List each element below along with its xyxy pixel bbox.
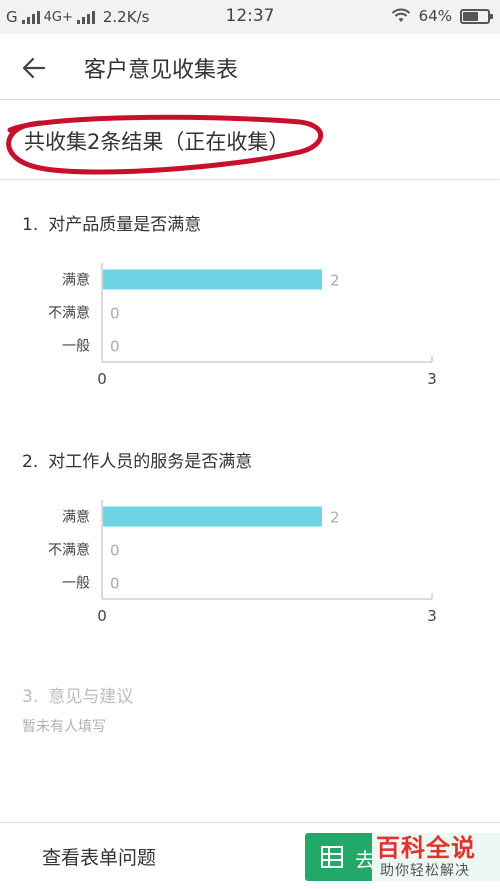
value-label: 2 [330, 509, 340, 527]
question-number: 1. [22, 215, 39, 235]
question-1-chart: 满意 2 不满意 0 一般 0 0 3 [0, 255, 500, 405]
status-bar: G 4G+ 2.2K/s 12:37 64% [0, 0, 500, 34]
battery-icon [460, 8, 493, 24]
category-label: 满意 [62, 272, 90, 289]
page-title: 客户意见收集表 [84, 58, 239, 83]
question-text: 对工作人员的服务是否满意 [48, 452, 253, 472]
battery-percent: 64% [418, 7, 452, 25]
value-label: 0 [110, 305, 120, 323]
question-number: 3. [22, 687, 39, 707]
question-2-title: 2. 对工作人员的服务是否满意 [22, 447, 252, 472]
category-label: 不满意 [48, 305, 90, 322]
app-header: 客户意见收集表 [0, 34, 500, 100]
summary-banner: 共收集2条结果（正在收集） [0, 100, 500, 180]
wifi-icon [391, 8, 410, 22]
question-text: 对产品质量是否满意 [48, 215, 202, 235]
question-number: 2. [22, 452, 39, 472]
watermark-subtitle: 助你轻松解决 [380, 863, 470, 879]
x-tick-label: 0 [97, 370, 107, 388]
back-arrow-icon[interactable] [18, 52, 50, 84]
bar-chart: 满意 2不满意 0一般 00 3 [48, 500, 437, 625]
x-tick-label: 0 [97, 607, 107, 625]
x-tick-label: 3 [427, 607, 437, 625]
view-questions-button[interactable]: 查看表单问题 [42, 843, 156, 870]
category-label: 一般 [62, 339, 90, 355]
question-text: 意见与建议 [48, 687, 134, 707]
summary-text: 共收集2条结果（正在收集） [24, 130, 290, 154]
bar [103, 506, 322, 527]
question-1-title: 1. 对产品质量是否满意 [22, 210, 201, 235]
category-label: 满意 [62, 509, 90, 526]
value-label: 0 [110, 542, 120, 560]
category-label: 一般 [62, 576, 90, 592]
bar [103, 269, 322, 290]
watermark: 百科全说 助你轻松解决 [372, 828, 500, 886]
question-2-chart: 满意 2 不满意 0 一般 0 0 3 [0, 492, 500, 642]
question-3-empty-text: 暂未有人填写 [22, 719, 106, 735]
value-label: 0 [110, 575, 120, 593]
table-icon [321, 846, 343, 868]
x-tick-label: 3 [427, 370, 437, 388]
category-label: 不满意 [48, 542, 90, 559]
value-label: 0 [110, 338, 120, 356]
bar-chart: 满意 2不满意 0一般 00 3 [48, 263, 437, 388]
question-3-title: 3. 意见与建议 [22, 682, 133, 707]
value-label: 2 [330, 272, 340, 290]
status-right: 64% [391, 7, 493, 25]
watermark-title: 百科全说 [376, 834, 476, 862]
